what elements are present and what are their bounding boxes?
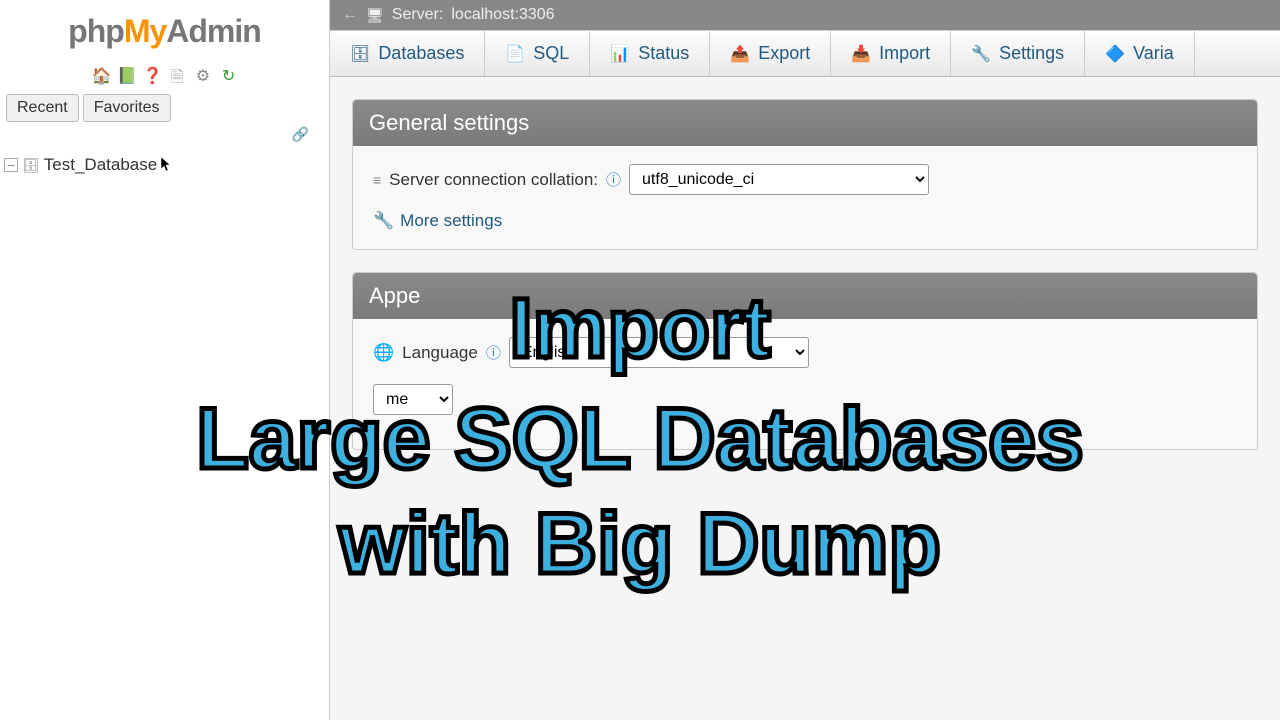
wrench-icon: 🔧: [373, 211, 394, 231]
breadcrumb: ← 🖥 Server: localhost:3306: [330, 0, 1280, 30]
tab-settings[interactable]: 🔧Settings: [951, 31, 1085, 76]
mouse-cursor-icon: [161, 157, 173, 173]
export-icon: 📤: [730, 44, 750, 64]
recent-tab[interactable]: Recent: [6, 94, 79, 122]
overlay-line-2: Large SQL Databases: [0, 390, 1280, 489]
tree-item-label: Test_Database: [44, 155, 157, 175]
tab-export[interactable]: 📤Export: [710, 31, 831, 76]
tab-databases[interactable]: 🗄Databases: [330, 31, 485, 76]
tree-collapse-icon[interactable]: −: [4, 158, 18, 172]
tab-variables[interactable]: 🔷Varia: [1085, 31, 1195, 76]
logo-admin: Admin: [166, 13, 261, 49]
collation-select[interactable]: utf8_unicode_ci: [629, 164, 929, 195]
panel-title: General settings: [353, 100, 1257, 146]
main-tabs: 🗄Databases 📄SQL 📊Status 📤Export 📥Import …: [330, 30, 1280, 77]
logo-php: php: [68, 13, 124, 49]
home-icon[interactable]: 🏠: [91, 66, 109, 84]
logout-icon[interactable]: 📗: [117, 66, 135, 84]
docs-icon[interactable]: 🗎: [168, 66, 186, 84]
collation-label: Server connection collation:: [389, 170, 598, 190]
logo: phpMyAdmin: [0, 8, 329, 60]
breadcrumb-server-label: Server:: [392, 6, 444, 24]
breadcrumb-server-value: localhost:3306: [451, 6, 554, 24]
database-tree: − 🗄 Test_Database: [0, 143, 329, 187]
tab-status[interactable]: 📊Status: [590, 31, 710, 76]
breadcrumb-arrow-icon: ←: [342, 6, 358, 24]
favorites-tab[interactable]: Favorites: [83, 94, 171, 122]
tab-import[interactable]: 📥Import: [831, 31, 951, 76]
link-icon[interactable]: 🔗: [0, 126, 329, 143]
tab-sql[interactable]: 📄SQL: [485, 31, 590, 76]
sql-icon: 📄: [505, 44, 525, 64]
reload-icon[interactable]: ↻: [220, 66, 238, 84]
overlay-line-1: Import: [0, 280, 1280, 377]
wrench-icon: 🔧: [971, 44, 991, 64]
database-icon: 🗄: [350, 44, 370, 64]
gear-icon[interactable]: ⚙: [194, 66, 212, 84]
database-icon: 🗄: [22, 157, 40, 174]
more-settings-link[interactable]: 🔧 More settings: [373, 211, 1237, 231]
sidebar-toolbar: 🏠 📗 ❓ 🗎 ⚙ ↻: [0, 60, 329, 94]
panel-general-settings: General settings ≡ Server connection col…: [352, 99, 1258, 250]
overlay-line-3: with Big Dump: [0, 495, 1280, 594]
variables-icon: 🔷: [1105, 44, 1125, 64]
logo-my: My: [124, 13, 166, 49]
help-icon[interactable]: ❓: [143, 66, 161, 84]
collation-icon: ≡: [373, 172, 381, 188]
status-icon: 📊: [610, 44, 630, 64]
tree-item-test-database[interactable]: − 🗄 Test_Database: [4, 151, 325, 179]
server-icon: 🖥: [366, 7, 384, 24]
help-icon[interactable]: ⓘ: [606, 169, 621, 190]
import-icon: 📥: [851, 44, 871, 64]
